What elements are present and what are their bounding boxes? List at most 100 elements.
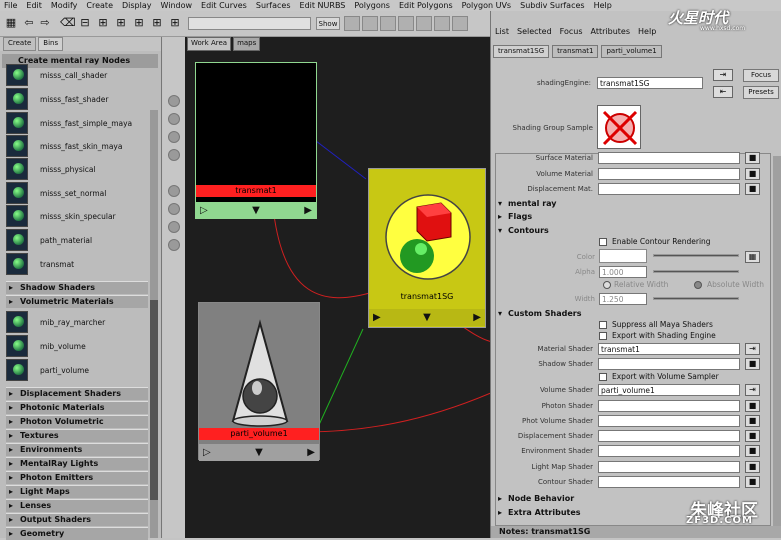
attr-menu-item[interactable]: Focus [560, 27, 583, 36]
left-scrollbar[interactable] [150, 110, 158, 538]
layout-icon[interactable]: ⊞ [132, 16, 146, 30]
node-port-bar[interactable]: ▷ ▼ ▶ [196, 202, 316, 219]
grid-icon[interactable]: ▦ [4, 16, 18, 30]
menu-item[interactable]: Surfaces [256, 1, 291, 10]
expand-icon[interactable]: ▼ [255, 447, 263, 458]
shader-item[interactable]: misss_fast_simple_maya [6, 112, 156, 134]
attr-menu-item[interactable]: Help [638, 27, 656, 36]
map-button[interactable]: ■ [745, 400, 760, 412]
menu-item[interactable]: Create [86, 1, 113, 10]
expand-icon[interactable]: ▼ [252, 205, 260, 216]
category-item[interactable]: Lenses [6, 499, 148, 512]
hypershade-work-area[interactable]: Work Area maps transmat1 ▷ ▼ ▶ transmat1SG… [163, 37, 490, 538]
menu-item[interactable]: Edit Curves [201, 1, 247, 10]
category-item[interactable]: Geometry [6, 527, 148, 540]
suppress-checkbox[interactable] [599, 321, 607, 329]
menu-item[interactable]: Edit NURBS [300, 1, 346, 10]
output-icon[interactable]: ▶ [307, 447, 315, 458]
category-item[interactable]: Output Shaders [6, 513, 148, 526]
view-button[interactable] [398, 16, 414, 31]
graph-icon[interactable]: ⊟ [78, 16, 92, 30]
play-icon[interactable]: ▷ [203, 447, 211, 458]
shader-item[interactable]: mib_volume [6, 335, 156, 357]
map-button[interactable]: ■ [745, 476, 760, 488]
volume-shader-field[interactable]: parti_volume1 [598, 384, 740, 396]
scrollbar-thumb[interactable] [150, 300, 158, 500]
output-icon[interactable]: ▶ [304, 205, 312, 216]
light-map-shader-field[interactable] [598, 461, 740, 473]
width-field[interactable]: 1.250 [599, 293, 647, 305]
relative-width-radio[interactable] [603, 281, 611, 289]
volume-material-field[interactable] [598, 168, 740, 180]
menu-item[interactable]: Edit Polygons [399, 1, 453, 10]
category-item[interactable]: Photon Volumetric Materials [6, 415, 148, 438]
menu-item[interactable]: File [4, 1, 17, 10]
go-output-icon[interactable]: ⇤ [713, 86, 733, 98]
shader-item[interactable]: misss_call_shader [6, 64, 156, 86]
export-volume-checkbox[interactable] [599, 373, 607, 381]
export-shading-checkbox[interactable] [599, 332, 607, 340]
view-button[interactable] [434, 16, 450, 31]
tab-create[interactable]: Create [3, 37, 37, 51]
shader-item[interactable]: misss_physical [6, 158, 156, 180]
displacement-mat-field[interactable] [598, 183, 740, 195]
tab-bins[interactable]: Bins [38, 37, 64, 51]
shader-item[interactable]: transmat [6, 253, 156, 275]
node-port-bar[interactable]: ▷ ▼ ▶ [199, 444, 319, 461]
enable-contour-checkbox[interactable] [599, 238, 607, 246]
shader-item[interactable]: misss_fast_skin_maya [6, 135, 156, 157]
photon-shader-field[interactable] [598, 400, 740, 412]
map-button[interactable]: ■ [745, 183, 760, 195]
view-button[interactable] [344, 16, 360, 31]
menu-item[interactable]: Display [122, 1, 152, 10]
view-button[interactable] [452, 16, 468, 31]
attr-menu-item[interactable]: Attributes [591, 27, 631, 36]
tab-parti-volume1[interactable]: parti_volume1 [601, 45, 662, 58]
view-button[interactable] [380, 16, 396, 31]
map-button[interactable]: ■ [745, 152, 760, 164]
attribute-scrollbar[interactable] [773, 156, 781, 531]
category-volumetric-materials[interactable]: Volumetric Materials [6, 295, 148, 308]
go-input-icon[interactable]: ⇥ [745, 384, 760, 396]
map-button[interactable]: ▦ [745, 251, 760, 263]
expand-icon[interactable]: ▼ [423, 312, 431, 323]
shadow-shader-field[interactable] [598, 358, 740, 370]
category-item[interactable]: Textures [6, 429, 148, 442]
color-swatch[interactable] [599, 249, 647, 263]
tab-transmat1[interactable]: transmat1 [552, 45, 599, 58]
node-port-bar[interactable]: ▶ ▼ ▶ [369, 309, 485, 326]
layout-icon[interactable]: ⊞ [114, 16, 128, 30]
output-icon[interactable]: ▶ [473, 312, 481, 323]
view-button[interactable] [362, 16, 378, 31]
menu-item[interactable]: Edit [26, 1, 42, 10]
attr-menu-item[interactable]: List [495, 27, 509, 36]
category-item[interactable]: Displacement Shaders [6, 387, 148, 400]
attr-menu-item[interactable]: Selected [517, 27, 552, 36]
menu-item[interactable]: Subdiv Surfaces [520, 1, 584, 10]
shader-item[interactable]: mib_ray_marcher [6, 311, 156, 333]
map-button[interactable]: ■ [745, 461, 760, 473]
shader-item[interactable]: misss_fast_shader [6, 88, 156, 110]
node-transmat[interactable]: transmat1 ▷ ▼ ▶ [195, 62, 317, 219]
shader-item[interactable]: misss_skin_specular [6, 205, 156, 227]
section-custom-shaders[interactable]: Custom Shaders [496, 308, 768, 320]
show-button[interactable]: Show [316, 17, 340, 30]
menu-item[interactable]: Polygon UVs [462, 1, 511, 10]
shading-engine-field[interactable]: transmat1SG [597, 77, 703, 89]
category-shadow-shaders[interactable]: Shadow Shaders [6, 281, 148, 294]
play-icon[interactable]: ▶ [373, 312, 381, 323]
contour-shader-field[interactable] [598, 476, 740, 488]
eraser-icon[interactable]: ⌫ [60, 16, 76, 30]
category-item[interactable]: Photon Emitters [6, 471, 148, 484]
displacement-shader-field[interactable] [598, 430, 740, 442]
layout-icon[interactable]: ⊞ [168, 16, 182, 30]
category-item[interactable]: MentalRay Lights [6, 457, 148, 470]
arrow-right-icon[interactable]: ⇨ [38, 16, 52, 30]
map-button[interactable]: ■ [745, 430, 760, 442]
surface-material-field[interactable] [598, 152, 740, 164]
shader-item[interactable]: misss_set_normal [6, 182, 156, 204]
shader-item[interactable]: path_material [6, 229, 156, 251]
section-contours[interactable]: Contours [496, 225, 768, 237]
color-slider[interactable] [653, 254, 739, 257]
map-button[interactable]: ■ [745, 415, 760, 427]
